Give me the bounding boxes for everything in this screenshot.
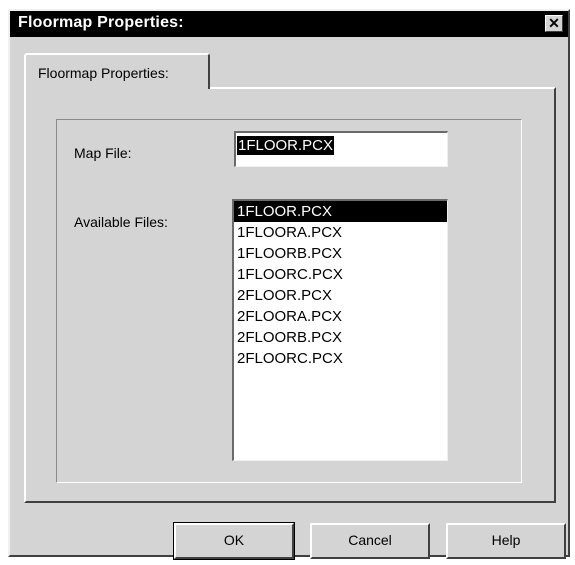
floormap-properties-dialog: Floormap Properties: ✕ Floormap Properti… xyxy=(8,9,570,560)
title-bar[interactable]: Floormap Properties: ✕ xyxy=(10,11,568,37)
list-item[interactable]: 2FLOORB.PCX xyxy=(234,327,447,348)
cancel-button[interactable]: Cancel xyxy=(310,523,430,559)
map-file-input[interactable]: 1FLOOR.PCX xyxy=(234,131,448,167)
ok-button[interactable]: OK xyxy=(173,522,295,560)
list-item[interactable]: 2FLOORA.PCX xyxy=(234,306,447,327)
window-title: Floormap Properties: xyxy=(18,14,184,31)
list-item[interactable]: 2FLOORC.PCX xyxy=(234,348,447,369)
list-item[interactable]: 1FLOORA.PCX xyxy=(234,222,447,243)
map-file-label: Map File: xyxy=(74,145,132,161)
available-files-label: Available Files: xyxy=(74,214,168,230)
help-button[interactable]: Help xyxy=(446,523,566,559)
tab-label: Floormap Properties: xyxy=(38,65,169,81)
list-item[interactable]: 2FLOOR.PCX xyxy=(234,285,447,306)
list-item[interactable]: 1FLOOR.PCX xyxy=(234,201,447,222)
list-item[interactable]: 1FLOORC.PCX xyxy=(234,264,447,285)
close-icon[interactable]: ✕ xyxy=(545,15,563,32)
list-item[interactable]: 1FLOORB.PCX xyxy=(234,243,447,264)
available-files-listbox[interactable]: 1FLOOR.PCX 1FLOORA.PCX 1FLOORB.PCX 1FLOORC.… xyxy=(232,199,448,461)
tab-floormap-properties[interactable]: Floormap Properties: xyxy=(24,53,210,89)
tab-panel: Map File: 1FLOOR.PCX Available Files: 1F… xyxy=(24,87,556,503)
map-file-value: 1FLOOR.PCX xyxy=(237,136,335,155)
